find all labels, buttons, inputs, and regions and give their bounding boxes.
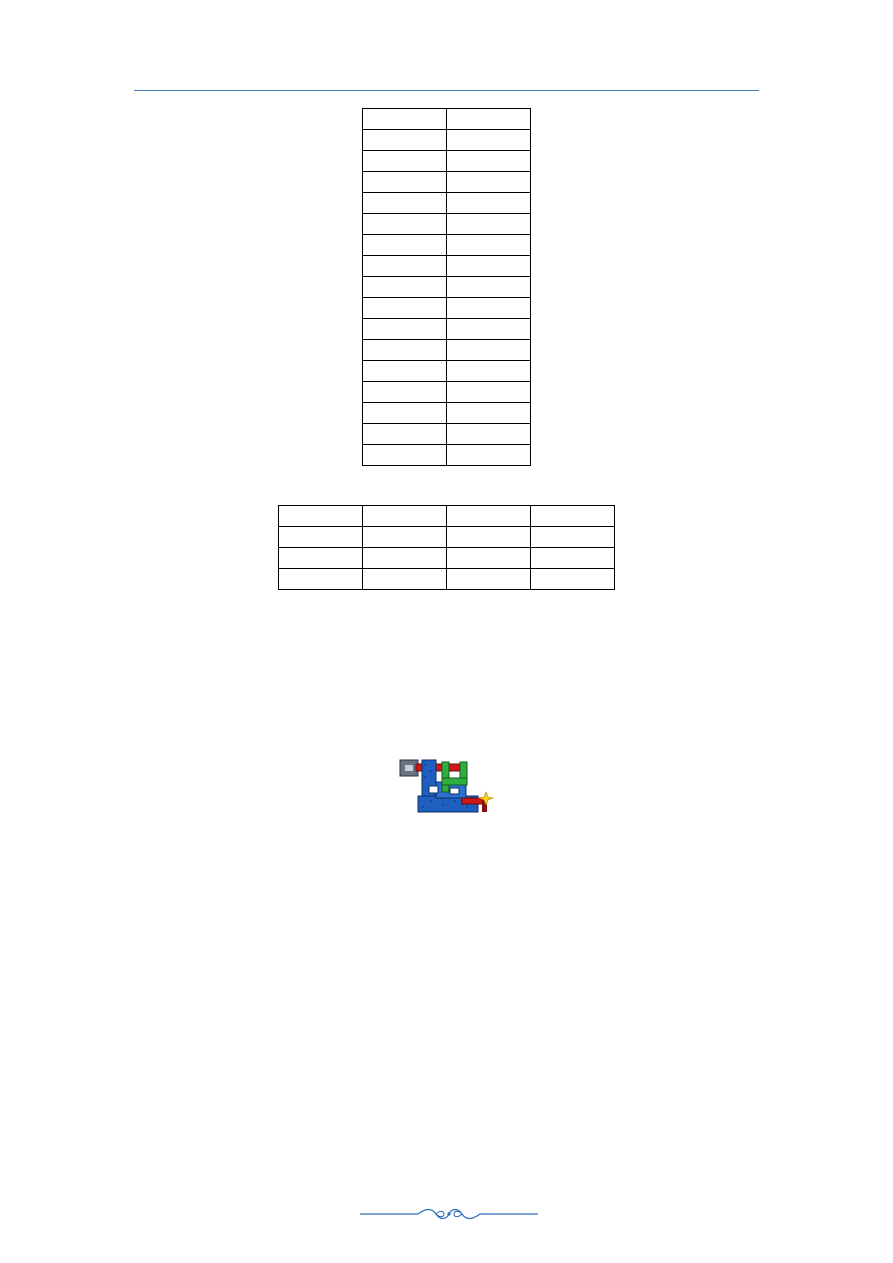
table-row (362, 129, 531, 151)
footer-ornament (360, 1208, 538, 1220)
pipe-network-app-icon (399, 759, 494, 813)
table-row (362, 339, 531, 361)
table-cell (362, 402, 447, 424)
table-cell (362, 526, 447, 548)
table-cell (362, 505, 447, 527)
table-cell (446, 255, 531, 277)
header-rule (134, 90, 759, 91)
table-row (278, 505, 615, 527)
table-one (362, 108, 531, 466)
table-row (362, 402, 531, 424)
table-cell (362, 547, 447, 569)
table-two-body (278, 505, 615, 590)
table-cell (446, 547, 531, 569)
table-cell (530, 547, 615, 569)
table-cell (362, 297, 447, 319)
table-row (362, 171, 531, 193)
table-cell (362, 234, 447, 256)
table-cell (278, 547, 363, 569)
table-row (362, 192, 531, 214)
table-cell (362, 444, 447, 466)
table-cell (362, 318, 447, 340)
table-two (278, 505, 615, 590)
table-cell (446, 213, 531, 235)
table-cell (278, 505, 363, 527)
table-cell (446, 108, 531, 130)
table-row (362, 255, 531, 277)
table-cell (446, 234, 531, 256)
table-cell (362, 423, 447, 445)
table-cell (446, 568, 531, 590)
table-cell (446, 192, 531, 214)
table-row (362, 234, 531, 256)
table-cell (446, 423, 531, 445)
table-row (362, 360, 531, 382)
table-row (278, 526, 615, 548)
table-row (362, 297, 531, 319)
table-cell (446, 402, 531, 424)
table-cell (362, 192, 447, 214)
table-cell (446, 444, 531, 466)
table-cell (446, 526, 531, 548)
table-row (362, 276, 531, 298)
table-row (362, 423, 531, 445)
table-cell (362, 171, 447, 193)
table-cell (530, 568, 615, 590)
table-cell (362, 568, 447, 590)
table-cell (362, 129, 447, 151)
table-row (362, 381, 531, 403)
table-cell (278, 526, 363, 548)
table-row (362, 108, 531, 130)
table-cell (446, 381, 531, 403)
table-cell (362, 360, 447, 382)
table-cell (530, 505, 615, 527)
table-cell (446, 505, 531, 527)
table-cell (362, 276, 447, 298)
table-row (362, 213, 531, 235)
table-row (362, 150, 531, 172)
table-cell (446, 129, 531, 151)
table-cell (362, 255, 447, 277)
table-cell (446, 150, 531, 172)
table-cell (362, 108, 447, 130)
table-cell (446, 360, 531, 382)
table-row (278, 568, 615, 590)
table-cell (446, 171, 531, 193)
table-cell (362, 381, 447, 403)
table-row (278, 547, 615, 569)
table-cell (362, 339, 447, 361)
table-cell (530, 526, 615, 548)
table-row (362, 318, 531, 340)
table-cell (362, 213, 447, 235)
table-row (362, 444, 531, 466)
table-cell (446, 339, 531, 361)
table-cell (446, 297, 531, 319)
table-cell (362, 150, 447, 172)
table-cell (446, 318, 531, 340)
table-cell (278, 568, 363, 590)
table-cell (446, 276, 531, 298)
table-one-body (362, 108, 531, 466)
